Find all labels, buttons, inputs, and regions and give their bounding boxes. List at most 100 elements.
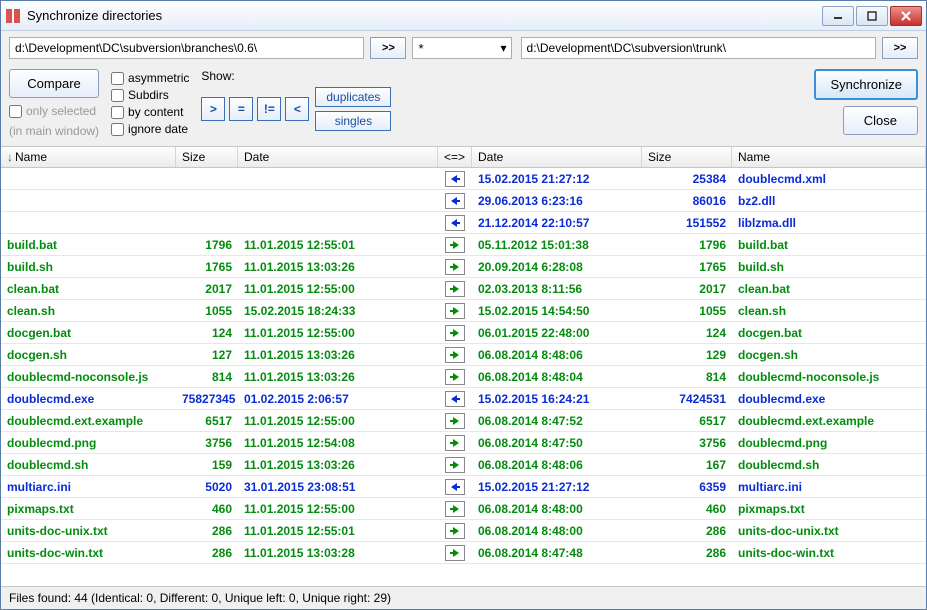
table-row[interactable]: units-doc-unix.txt28611.01.2015 12:55:01… <box>1 520 926 542</box>
header-right-date[interactable]: Date <box>472 147 642 167</box>
cell-left-size: 2017 <box>176 282 238 296</box>
show-ne-button[interactable]: != <box>257 97 281 121</box>
table-row[interactable]: pixmaps.txt46011.01.2015 12:55:0006.08.2… <box>1 498 926 520</box>
cell-right-size: 2017 <box>642 282 732 296</box>
cell-direction[interactable] <box>438 193 472 209</box>
window: Synchronize directories >> ▾ >> Compare … <box>0 0 927 610</box>
arrow-left-icon <box>445 215 465 231</box>
right-path-input[interactable] <box>521 37 876 59</box>
cell-right-name: doublecmd.xml <box>732 172 926 186</box>
cell-right-date: 06.08.2014 8:48:00 <box>472 524 642 538</box>
singles-button[interactable]: singles <box>315 111 391 131</box>
compare-button[interactable]: Compare <box>9 69 99 98</box>
left-go-button[interactable]: >> <box>370 37 406 59</box>
cell-direction[interactable] <box>438 413 472 429</box>
cell-right-date: 20.09.2014 6:28:08 <box>472 260 642 274</box>
arrow-right-icon <box>445 523 465 539</box>
table-row[interactable]: docgen.sh12711.01.2015 13:03:2606.08.201… <box>1 344 926 366</box>
cell-direction[interactable] <box>438 325 472 341</box>
cell-right-size: 1055 <box>642 304 732 318</box>
cell-direction[interactable] <box>438 171 472 187</box>
table-row[interactable]: doublecmd-noconsole.js 81411.01.2015 13:0… <box>1 366 926 388</box>
by-content-check[interactable]: by content <box>111 105 189 119</box>
filter-dropdown-icon[interactable]: ▾ <box>500 41 506 55</box>
cell-right-size: 3756 <box>642 436 732 450</box>
cell-direction[interactable] <box>438 391 472 407</box>
show-lt-button[interactable]: < <box>285 97 309 121</box>
cell-direction[interactable] <box>438 523 472 539</box>
arrow-right-icon <box>445 259 465 275</box>
cell-left-size: 1796 <box>176 238 238 252</box>
show-gt-button[interactable]: > <box>201 97 225 121</box>
header-right-size[interactable]: Size <box>642 147 732 167</box>
cell-right-name: doublecmd-noconsole.js <box>732 370 926 384</box>
cell-direction[interactable] <box>438 303 472 319</box>
cell-right-size: 1796 <box>642 238 732 252</box>
asymmetric-check[interactable]: asymmetric <box>111 71 189 85</box>
cell-direction[interactable] <box>438 281 472 297</box>
cell-direction[interactable] <box>438 347 472 363</box>
cell-direction[interactable] <box>438 435 472 451</box>
minimize-button[interactable] <box>822 6 854 26</box>
cell-direction[interactable] <box>438 501 472 517</box>
cell-right-date: 02.03.2013 8:11:56 <box>472 282 642 296</box>
cell-direction[interactable] <box>438 259 472 275</box>
maximize-button[interactable] <box>856 6 888 26</box>
filter-input[interactable] <box>412 37 512 59</box>
controls-bar: Compare only selected (in main window) a… <box>1 65 926 146</box>
table-row[interactable]: units-doc-win.txt28611.01.2015 13:03:280… <box>1 542 926 564</box>
table-row[interactable]: clean.sh105515.02.2015 18:24:3315.02.201… <box>1 300 926 322</box>
cell-direction[interactable] <box>438 369 472 385</box>
cell-right-size: 25384 <box>642 172 732 186</box>
table-row[interactable]: docgen.bat12411.01.2015 12:55:0006.01.20… <box>1 322 926 344</box>
header-left-date[interactable]: Date <box>238 147 438 167</box>
cell-direction[interactable] <box>438 457 472 473</box>
left-path-input[interactable] <box>9 37 364 59</box>
cell-right-date: 29.06.2013 6:23:16 <box>472 194 642 208</box>
cell-left-name: clean.bat <box>1 282 176 296</box>
cell-left-name: pixmaps.txt <box>1 502 176 516</box>
close-button[interactable]: Close <box>843 106 918 135</box>
cell-left-date: 11.01.2015 12:55:00 <box>238 282 438 296</box>
cell-left-size: 814 <box>176 370 238 384</box>
cell-left-date: 11.01.2015 12:54:08 <box>238 436 438 450</box>
table-row[interactable]: clean.bat201711.01.2015 12:55:0002.03.20… <box>1 278 926 300</box>
cell-direction[interactable] <box>438 237 472 253</box>
cell-right-date: 06.08.2014 8:48:00 <box>472 502 642 516</box>
cell-direction[interactable] <box>438 479 472 495</box>
cell-left-name: docgen.sh <box>1 348 176 362</box>
table-row[interactable]: build.bat179611.01.2015 12:55:0105.11.20… <box>1 234 926 256</box>
header-right-name[interactable]: Name <box>732 147 926 167</box>
header-direction[interactable]: <=> <box>438 147 472 167</box>
table-row[interactable]: doublecmd.ext.example651711.01.2015 12:5… <box>1 410 926 432</box>
arrow-right-icon <box>445 413 465 429</box>
right-go-button[interactable]: >> <box>882 37 918 59</box>
table-row[interactable]: 29.06.2013 6:23:1686016bz2.dll <box>1 190 926 212</box>
table-row[interactable]: doublecmd.exe7582734501.02.2015 2:06:571… <box>1 388 926 410</box>
table-row[interactable]: 15.02.2015 21:27:1225384doublecmd.xml <box>1 168 926 190</box>
synchronize-button[interactable]: Synchronize <box>814 69 918 100</box>
cell-direction[interactable] <box>438 545 472 561</box>
subdirs-check[interactable]: Subdirs <box>111 88 189 102</box>
duplicates-button[interactable]: duplicates <box>315 87 391 107</box>
cell-right-date: 06.08.2014 8:48:06 <box>472 458 642 472</box>
status-bar: Files found: 44 (Identical: 0, Different… <box>1 586 926 609</box>
only-selected-check[interactable]: only selected <box>9 104 99 118</box>
show-eq-button[interactable]: = <box>229 97 253 121</box>
close-window-button[interactable] <box>890 6 922 26</box>
table-row[interactable]: 21.12.2014 22:10:57151552liblzma.dll <box>1 212 926 234</box>
cell-direction[interactable] <box>438 215 472 231</box>
header-left-name[interactable]: Name <box>1 147 176 167</box>
ignore-date-check[interactable]: ignore date <box>111 122 189 136</box>
table-row[interactable]: doublecmd.png375611.01.2015 12:54:0806.0… <box>1 432 926 454</box>
cell-right-name: units-doc-unix.txt <box>732 524 926 538</box>
cell-left-date: 11.01.2015 13:03:26 <box>238 370 438 384</box>
table-row[interactable]: build.sh176511.01.2015 13:03:2620.09.201… <box>1 256 926 278</box>
cell-left-date: 11.01.2015 12:55:01 <box>238 238 438 252</box>
table-row[interactable]: multiarc.ini502031.01.2015 23:08:5115.02… <box>1 476 926 498</box>
cell-left-size: 286 <box>176 524 238 538</box>
grid-rows[interactable]: 15.02.2015 21:27:1225384doublecmd.xml29.… <box>1 168 926 586</box>
header-left-size[interactable]: Size <box>176 147 238 167</box>
table-row[interactable]: doublecmd.sh15911.01.2015 13:03:2606.08.… <box>1 454 926 476</box>
cell-right-date: 15.02.2015 16:24:21 <box>472 392 642 406</box>
